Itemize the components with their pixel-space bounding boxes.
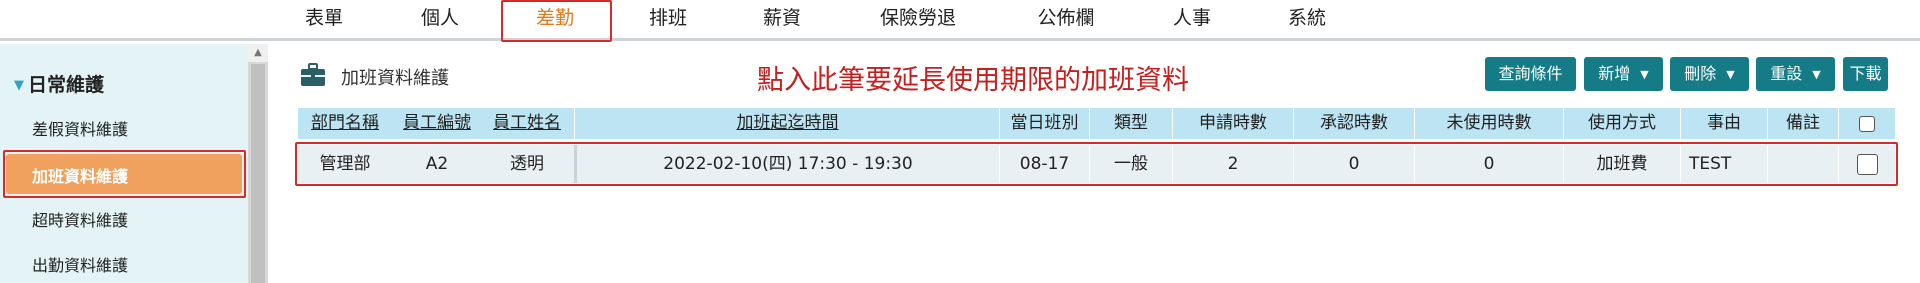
col-header-unused-hours: 未使用時數 [1446, 113, 1532, 133]
caret-down-icon: ▼ [1640, 68, 1649, 81]
sidebar-item-excess[interactable]: 超時資料維護 [32, 207, 128, 231]
sidebar-section[interactable]: ▼ 日常維護 [14, 70, 104, 97]
nav-item-salary[interactable]: 薪資 [760, 4, 804, 34]
col-header-emp-no[interactable]: 員工編號 [392, 108, 482, 139]
col-header-time-range[interactable]: 加班起迄時間 [576, 108, 999, 139]
reset-button-label: 重設 [1770, 64, 1803, 83]
col-header-applied-hours: 申請時數 [1199, 113, 1267, 133]
nav-item-scheduling[interactable]: 排班 [646, 4, 690, 34]
annotation-text: 點入此筆要延長使用期限的加班資料 [757, 65, 1189, 96]
reset-button[interactable]: 重設 ▼ [1756, 57, 1835, 91]
sidebar-section-title: 日常維護 [28, 74, 105, 96]
nav-item-system[interactable]: 系統 [1285, 4, 1329, 34]
delete-button[interactable]: 刪除 ▼ [1670, 57, 1749, 91]
nav-item-insurance[interactable]: 保險勞退 [875, 4, 961, 34]
query-button[interactable]: 查詢條件 [1485, 57, 1576, 91]
sidebar: ▼ 日常維護 差假資料維護 加班資料維護 超時資料維護 出勤資料維護 [0, 44, 248, 283]
col-header-dept[interactable]: 部門名稱 [298, 108, 392, 139]
col-header-note: 備註 [1786, 113, 1820, 133]
column-divider [574, 108, 575, 139]
nav-item-hr[interactable]: 人事 [1170, 4, 1214, 34]
download-button[interactable]: 下載 [1843, 57, 1888, 91]
sidebar-highlight-box [3, 150, 246, 198]
col-header-type: 類型 [1114, 113, 1148, 133]
nav-item-bulletin[interactable]: 公佈欄 [1033, 4, 1099, 34]
nav-item-form[interactable]: 表單 [302, 4, 346, 34]
top-nav: 表單 個人 差勤 排班 薪資 保險勞退 公佈欄 人事 系統 [0, 0, 1920, 41]
scroll-up-icon[interactable]: ▲ [248, 44, 268, 62]
scrollbar-thumb[interactable] [251, 64, 265, 283]
nav-item-personal[interactable]: 個人 [418, 4, 462, 34]
row-highlight-box [295, 142, 1898, 186]
caret-down-icon: ▼ [14, 78, 24, 93]
col-header-approved-hours: 承認時數 [1320, 113, 1388, 133]
column-divider [1838, 108, 1839, 139]
caret-down-icon: ▼ [1812, 68, 1821, 81]
col-header-reason: 事由 [1707, 113, 1741, 133]
table-header: 部門名稱 員工編號 員工姓名 加班起迄時間 當日班別 類型 申請時數 承認時數 … [298, 108, 1895, 139]
caret-down-icon: ▼ [1726, 68, 1735, 81]
sidebar-item-attendance[interactable]: 出勤資料維護 [32, 252, 128, 276]
col-header-shift: 當日班別 [1010, 113, 1079, 133]
sidebar-item-leave[interactable]: 差假資料維護 [32, 116, 128, 140]
col-header-emp-name[interactable]: 員工姓名 [482, 108, 572, 139]
delete-button-label: 刪除 [1684, 64, 1717, 83]
add-button-label: 新增 [1598, 64, 1631, 83]
add-button[interactable]: 新增 ▼ [1584, 57, 1663, 91]
briefcase-icon [301, 63, 325, 86]
select-all-checkbox[interactable] [1859, 116, 1875, 132]
nav-highlight-box [501, 0, 612, 42]
col-header-usage: 使用方式 [1588, 113, 1656, 133]
page-title: 加班資料維護 [341, 68, 449, 89]
